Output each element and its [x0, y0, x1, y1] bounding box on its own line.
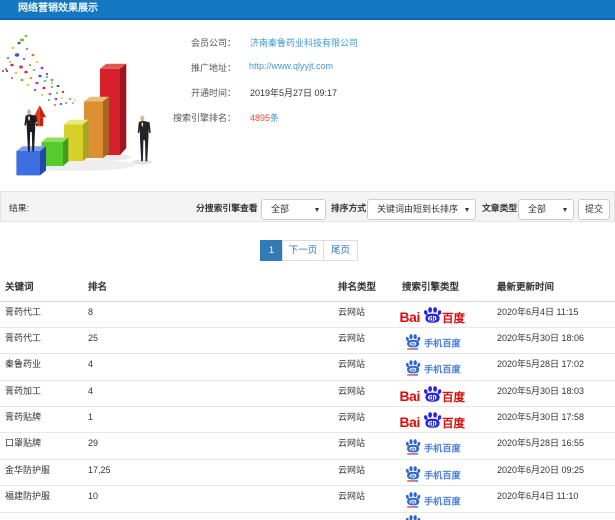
svg-text:du: du	[429, 395, 438, 402]
svg-text:百度: 百度	[442, 311, 465, 325]
svg-text:du: du	[410, 500, 418, 506]
svg-text:手机百度: 手机百度	[424, 469, 462, 480]
svg-text:du: du	[429, 421, 438, 428]
svg-text:du: du	[429, 316, 438, 323]
svg-text:Bai: Bai	[400, 389, 420, 404]
svg-text:手机百度: 手机百度	[424, 337, 462, 348]
svg-text:手机百度: 手机百度	[424, 443, 462, 454]
svg-text:du: du	[410, 342, 418, 348]
svg-text:du: du	[410, 474, 418, 480]
svg-text:手机百度: 手机百度	[424, 364, 462, 375]
svg-text:du: du	[410, 368, 418, 374]
svg-text:百度: 百度	[442, 416, 465, 430]
svg-text:手机百度: 手机百度	[424, 496, 462, 507]
svg-text:Bai: Bai	[400, 310, 420, 325]
svg-text:Bai: Bai	[400, 415, 420, 430]
svg-text:百度: 百度	[442, 390, 465, 404]
svg-text:du: du	[410, 447, 418, 453]
